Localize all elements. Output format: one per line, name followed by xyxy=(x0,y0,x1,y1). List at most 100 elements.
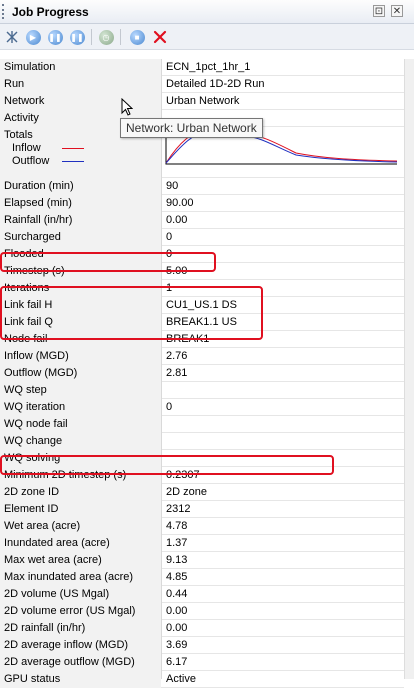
play-icon[interactable]: ▶ xyxy=(24,28,42,46)
property-row[interactable]: WQ iteration 0 xyxy=(0,399,414,416)
pause-all-icon[interactable]: ❚❚ xyxy=(68,28,86,46)
network-tooltip: Network: Urban Network xyxy=(120,118,263,138)
property-row[interactable]: Surcharged 0 xyxy=(0,229,414,246)
property-row[interactable]: Wet area (acre) 4.78 xyxy=(0,518,414,535)
property-value: 90 xyxy=(161,178,404,195)
property-row[interactable]: Timestep (s) 5.00 xyxy=(0,263,414,280)
property-label: Node fail xyxy=(0,331,161,348)
property-row[interactable]: Max wet area (acre) 9.13 xyxy=(0,552,414,569)
property-value: Detailed 1D-2D Run xyxy=(161,76,404,93)
property-label: GPU status xyxy=(0,671,161,688)
property-row[interactable]: 2D average outflow (MGD) 6.17 xyxy=(0,654,414,671)
property-label: Flooded xyxy=(0,246,161,263)
property-row[interactable]: Flooded 0 xyxy=(0,246,414,263)
property-label-text: Totals xyxy=(4,129,33,141)
property-value: ECN_1pct_1hr_1 xyxy=(161,59,404,76)
property-row[interactable]: WQ change xyxy=(0,433,414,450)
property-label: Elapsed (min) xyxy=(0,195,161,212)
property-value: 2.81 xyxy=(161,365,404,382)
legend-outflow: Outflow xyxy=(12,155,50,167)
property-row[interactable]: WQ node fail xyxy=(0,416,414,433)
property-label: Surcharged xyxy=(0,229,161,246)
property-value xyxy=(161,416,404,433)
pin-button[interactable]: ⊡ xyxy=(373,5,385,17)
property-value: BREAK1.1 US xyxy=(161,314,404,331)
property-row[interactable]: GPU status Active xyxy=(0,671,414,688)
property-value xyxy=(161,450,404,467)
property-row[interactable]: Outflow (MGD) 2.81 xyxy=(0,365,414,382)
property-row[interactable]: Network Urban Network xyxy=(0,93,414,110)
property-row[interactable]: Max inundated area (acre) 4.85 xyxy=(0,569,414,586)
column-divider[interactable] xyxy=(161,59,162,679)
property-grid: Simulation ECN_1pct_1hr_1 Run Detailed 1D-2… xyxy=(0,59,414,688)
property-value: 4.85 xyxy=(161,569,404,586)
stop-icon[interactable]: ■ xyxy=(128,28,146,46)
property-label: Outflow (MGD) xyxy=(0,365,161,382)
property-value xyxy=(161,433,404,450)
property-row[interactable]: Run Detailed 1D-2D Run xyxy=(0,76,414,93)
property-value: 0 xyxy=(161,229,404,246)
close-button[interactable]: ✕ xyxy=(391,5,403,17)
property-label: WQ node fail xyxy=(0,416,161,433)
property-label: Duration (min) xyxy=(0,178,161,195)
property-value: 0 xyxy=(161,399,404,416)
property-row[interactable]: 2D volume (US Mgal) 0.44 xyxy=(0,586,414,603)
property-value: Active xyxy=(161,671,404,688)
property-label: Max wet area (acre) xyxy=(0,552,161,569)
legend-inflow: Inflow xyxy=(12,142,41,154)
property-row[interactable]: Node fail BREAK1 xyxy=(0,331,414,348)
pause-icon[interactable]: ❚❚ xyxy=(46,28,64,46)
vertical-scrollbar[interactable] xyxy=(404,59,414,679)
window-title: Job Progress xyxy=(12,5,89,19)
property-label: 2D volume error (US Mgal) xyxy=(0,603,161,620)
mouse-pointer-icon xyxy=(121,98,133,116)
property-row[interactable]: Rainfall (in/hr) 0.00 xyxy=(0,212,414,229)
legend-swatch-inflow xyxy=(62,148,84,149)
property-value: 90.00 xyxy=(161,195,404,212)
legend-swatch-outflow xyxy=(62,161,84,162)
property-value: CU1_US.1 DS xyxy=(161,297,404,314)
property-value: 0.2307 xyxy=(161,467,404,484)
property-row[interactable]: Simulation ECN_1pct_1hr_1 xyxy=(0,59,414,76)
property-value: 5.00 xyxy=(161,263,404,280)
property-value: 0.00 xyxy=(161,620,404,637)
property-row[interactable]: Inflow (MGD) 2.76 xyxy=(0,348,414,365)
property-value xyxy=(161,382,404,399)
property-label: Simulation xyxy=(0,59,161,76)
property-row[interactable]: Link fail H CU1_US.1 DS xyxy=(0,297,414,314)
property-label: 2D zone ID xyxy=(0,484,161,501)
property-value: 0.44 xyxy=(161,586,404,603)
property-row[interactable]: Element ID 2312 xyxy=(0,501,414,518)
property-row[interactable]: Minimum 2D timestep (s) 0.2307 xyxy=(0,467,414,484)
property-row[interactable]: Inundated area (acre) 1.37 xyxy=(0,535,414,552)
property-row[interactable]: 2D average inflow (MGD) 3.69 xyxy=(0,637,414,654)
property-label: Link fail Q xyxy=(0,314,161,331)
toolbar-separator xyxy=(91,29,92,45)
drag-grip[interactable] xyxy=(2,4,7,19)
property-row[interactable]: WQ step xyxy=(0,382,414,399)
property-label: Element ID xyxy=(0,501,161,518)
property-label: Max inundated area (acre) xyxy=(0,569,161,586)
property-value: 6.17 xyxy=(161,654,404,671)
property-row[interactable]: 2D zone ID 2D zone xyxy=(0,484,414,501)
property-row[interactable]: 2D rainfall (in/hr) 0.00 xyxy=(0,620,414,637)
property-row[interactable]: 2D volume error (US Mgal) 0.00 xyxy=(0,603,414,620)
toolbar: ▶ ❚❚ ❚❚ ◷ ■ xyxy=(0,24,414,50)
property-label: WQ iteration xyxy=(0,399,161,416)
settings-icon[interactable] xyxy=(3,28,21,46)
property-label: Wet area (acre) xyxy=(0,518,161,535)
property-value: 0 xyxy=(161,246,404,263)
property-row[interactable]: Elapsed (min) 90.00 xyxy=(0,195,414,212)
cancel-icon[interactable] xyxy=(151,28,169,46)
property-row[interactable]: Iterations 1 xyxy=(0,280,414,297)
property-label: Timestep (s) xyxy=(0,263,161,280)
timer-icon[interactable]: ◷ xyxy=(97,28,115,46)
property-value: 3.69 xyxy=(161,637,404,654)
property-row[interactable]: WQ solving xyxy=(0,450,414,467)
toolbar-separator xyxy=(120,29,121,45)
property-row[interactable]: Duration (min) 90 xyxy=(0,178,414,195)
title-bar: Job Progress ⊡ ✕ xyxy=(0,0,414,24)
property-label: Rainfall (in/hr) xyxy=(0,212,161,229)
property-row[interactable]: Link fail Q BREAK1.1 US xyxy=(0,314,414,331)
property-value: 1 xyxy=(161,280,404,297)
